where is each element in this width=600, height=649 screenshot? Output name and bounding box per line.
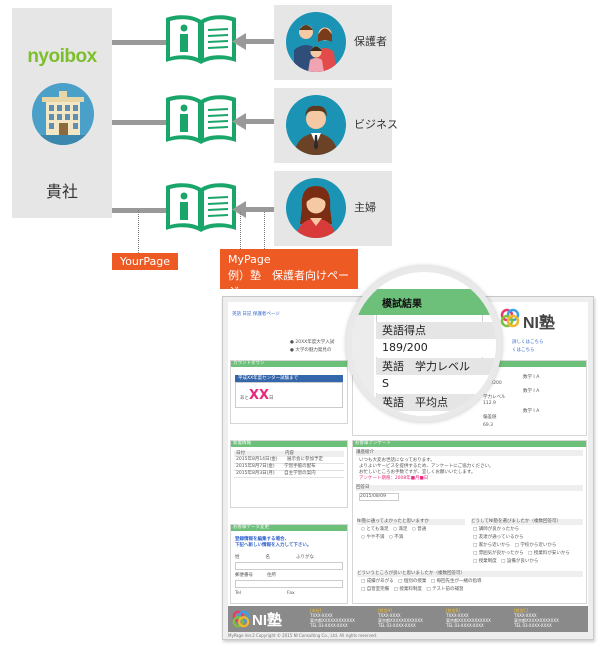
preview-copyright: MyPage Ver.2 Copyright © 2015 NI Consult… <box>228 633 378 638</box>
footer-address: [本社] TXXX-XXXX 東京都XXXXXXXXXXXX TEL 03-XXXX-… <box>310 608 355 628</box>
my-page-tag: MyPage 例）塾 保護者向けページ <box>220 249 358 298</box>
userdata-panel: お客様データ変更 登録情報を編集する場合、 下記へ新しい情報を入力して下さい。 … <box>230 524 348 604</box>
news-row[interactable]: 2015年8月7日(金) 学習手帳の配布 <box>234 464 344 471</box>
link-details[interactable]: くはこちら <box>512 348 535 354</box>
dotted-connector <box>264 212 265 249</box>
countdown-value: XX <box>249 388 270 403</box>
footer-address: [校舎C] TXXX-XXXX 東京都XXXXXXXXXXXX TEL 03-XXXX… <box>514 608 559 628</box>
survey-panel: お客様アンケート 講座紹介 いつも大変お世話になっております。 よりよいサービス… <box>352 440 587 604</box>
persona-parents: 保護者 <box>274 5 392 80</box>
mock-exam-title: 模試結果 <box>352 289 496 315</box>
english-level-row: 英語 学力レベル S <box>376 358 496 393</box>
persona-label: ビジネス <box>354 118 398 131</box>
news-row[interactable]: 2015年8月3日(月) 自主学習の案内 <box>234 471 344 478</box>
persona-label: 保護者 <box>354 35 387 48</box>
family-icon <box>286 12 346 72</box>
notice-item: ● 20XX年度大学入試 <box>290 340 335 345</box>
info-book-icon <box>162 92 240 148</box>
businessman-icon <box>286 95 346 155</box>
preview-breadcrumb[interactable]: 英語 日記 保護者ページ <box>232 312 280 318</box>
name-field[interactable] <box>235 562 343 570</box>
countdown-head: カウントダウン <box>231 361 347 367</box>
ni-logo-mark-icon <box>500 308 520 328</box>
arrow-left-icon <box>232 200 274 220</box>
nyoibox-logo: nyoibox <box>27 46 97 67</box>
arrow-left-icon <box>232 112 274 132</box>
countdown-box: あとXX日 <box>235 382 343 408</box>
footer-address: [校舎A] TXXX-XXXX 東京都XXXXXXXXXXXX TEL 03-XXXX… <box>378 608 423 628</box>
company-label: 貴社 <box>45 182 78 201</box>
dotted-connector <box>240 212 241 249</box>
building-icon <box>32 83 94 145</box>
news-panel: 新着情報 日付 内容 2015年8月14日(金) 展示会に参加予定 2015年8月… <box>230 440 348 508</box>
notice-item: ● 大学の魅力発見の <box>290 348 332 353</box>
magnifier-lens: 模試結果 英語得点 189/200 英語 学力レベル S 英語 平均点 112.… <box>346 266 502 422</box>
connector-line <box>112 40 166 45</box>
your-page-tag: YourPage <box>112 253 178 270</box>
connector-line <box>112 120 166 125</box>
link-details[interactable]: 詳しくはこちら <box>512 340 544 346</box>
preview-footer: NI塾 [本社] TXXX-XXXX 東京都XXXXXXXXXXXX TEL 03-X… <box>228 606 588 632</box>
persona-label: 主婦 <box>354 201 376 214</box>
survey-head: お客様アンケート <box>353 441 586 447</box>
countdown-panel: カウントダウン 平成XX年度センター試験まで あとXX日 <box>230 360 348 424</box>
info-book-icon <box>162 12 240 68</box>
housewife-icon <box>286 178 346 238</box>
footer-address: [校舎B] TXXX-XXXX 東京都XXXXXXXXXXXX TEL 03-XXXX… <box>446 608 491 628</box>
connector-line <box>112 208 166 213</box>
dotted-connector <box>138 210 139 253</box>
footer-logo: NI塾 <box>252 612 283 629</box>
countdown-banner: 平成XX年度センター試験まで <box>235 375 343 382</box>
address-field[interactable] <box>235 580 343 588</box>
userdata-head: お客様データ変更 <box>231 525 347 531</box>
ni-logo-mark-icon <box>232 610 250 628</box>
arrow-left-icon <box>232 32 274 52</box>
english-score-row: 英語得点 189/200 <box>376 322 496 357</box>
news-row[interactable]: 2015年8月14日(金) 展示会に参加予定 <box>234 457 344 464</box>
company-box: nyoibox 貴社 <box>12 8 112 218</box>
survey-date-input[interactable]: 2015/08/09 <box>359 493 399 501</box>
my-page-title: MyPage <box>228 253 271 266</box>
news-head: 新着情報 <box>231 441 347 447</box>
persona-housewife: 主婦 <box>274 171 392 246</box>
persona-business: ビジネス <box>274 88 398 163</box>
info-book-icon <box>162 180 240 236</box>
ni-logo: NI塾 <box>523 315 556 332</box>
